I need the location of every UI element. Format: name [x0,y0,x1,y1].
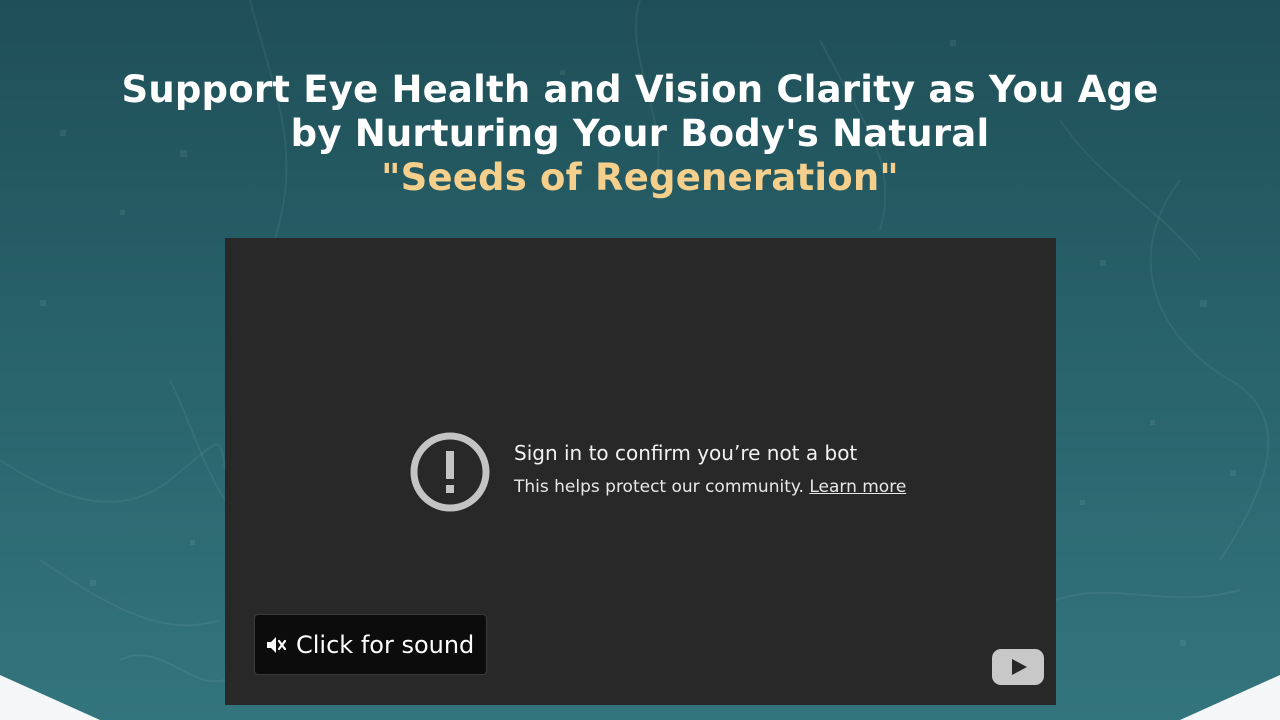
speaker-muted-icon [267,636,287,653]
learn-more-link[interactable]: Learn more [809,477,906,497]
headline-line-2: by Nurturing Your Body's Natural [290,112,990,155]
bot-check-message: Sign in to confirm you’re not a bot This… [409,431,929,515]
error-message: This helps protect our community. Learn … [514,475,906,499]
error-title: Sign in to confirm you’re not a bot [514,441,858,465]
video-player[interactable]: Sign in to confirm you’re not a bot This… [225,238,1056,705]
page-headline: Support Eye Health and Vision Clarity as… [0,68,1280,200]
error-message-text: This helps protect our community. [514,477,804,497]
headline-line-1: Support Eye Health and Vision Clarity as… [121,68,1159,111]
sound-button-label: Click for sound [296,630,475,659]
click-for-sound-button[interactable]: Click for sound [254,614,487,675]
alert-circle-icon [410,432,490,512]
youtube-logo-icon[interactable] [992,649,1044,685]
headline-accent: "Seeds of Regeneration" [381,156,899,199]
